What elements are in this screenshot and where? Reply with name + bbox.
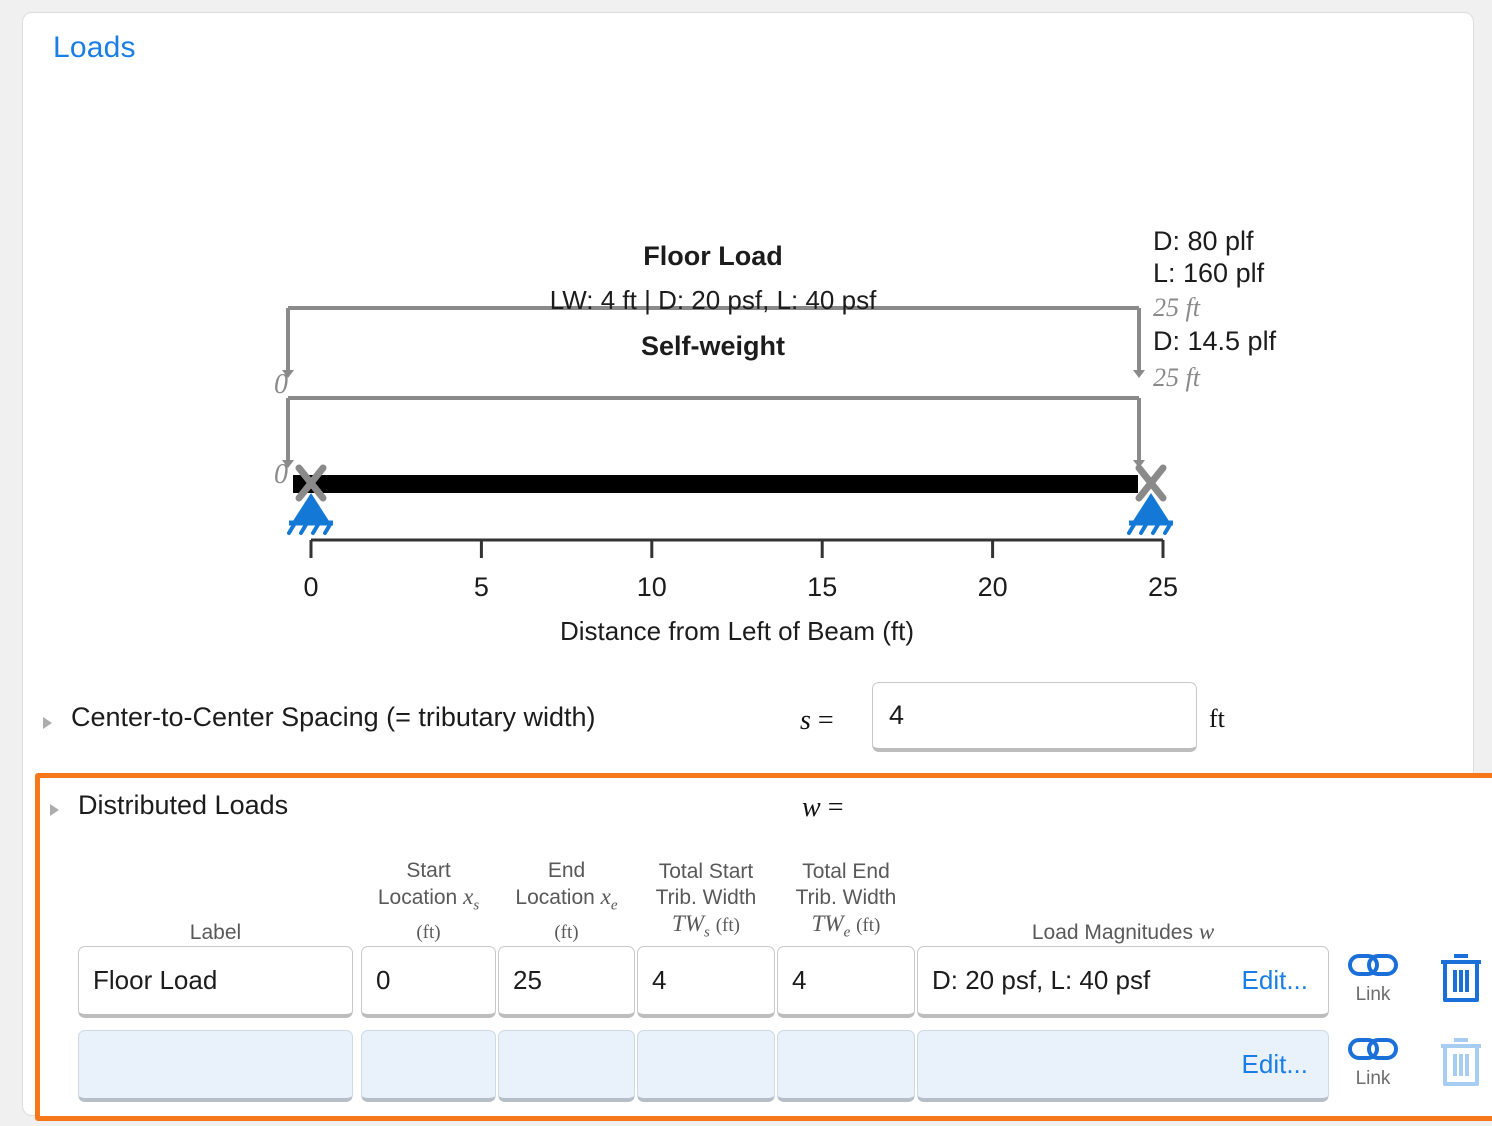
chevron-right-icon[interactable]	[50, 804, 59, 816]
link-icon	[1348, 1038, 1398, 1060]
spacing-symbol: s =	[800, 705, 834, 737]
row-start-location-input[interactable]	[361, 1030, 496, 1102]
center-to-center-spacing-row: Center-to-Center Spacing (= tributary wi…	[23, 681, 1475, 773]
row-end-location-input[interactable]	[498, 946, 635, 1018]
spacing-label: Center-to-Center Spacing (= tributary wi…	[71, 702, 596, 732]
column-header-total-start-trib-width: Total Start Trib. Width TWs (ft)	[655, 860, 757, 941]
distributed-loads-panel: Distributed Loads w = Label Start Locati…	[35, 773, 1492, 1121]
w-equals: =	[827, 792, 844, 823]
floor-load-detail: LW: 4 ft | D: 20 psf, L: 40 psf	[550, 285, 877, 315]
distributed-loads-header: Distributed Loads w =	[40, 778, 1492, 840]
axis-tick-5: 5	[474, 572, 489, 602]
row-end-location-input[interactable]	[498, 1030, 635, 1102]
axis-tick-25: 25	[1148, 572, 1178, 602]
column-header-label: Label	[189, 921, 242, 944]
row-load-magnitudes-cell[interactable]: D: 20 psf, L: 40 psf Edit...	[917, 946, 1329, 1018]
loads-card: Loads 0 Floor Load LW: 4 ft | D: 20 psf,…	[22, 12, 1492, 1121]
row-link-button[interactable]: Link	[1343, 1032, 1403, 1090]
row-delete-button[interactable]	[1435, 1034, 1487, 1095]
floor-load-name: Floor Load	[643, 241, 782, 271]
trash-icon	[1441, 954, 1481, 1002]
column-header-end-location: End Location xe (ft)	[515, 859, 618, 943]
axis-tick-10: 10	[637, 572, 667, 602]
app-root: Loads 0 Floor Load LW: 4 ft | D: 20 psf,…	[0, 0, 1492, 1126]
row-edit-link[interactable]: Edit...	[1242, 965, 1314, 996]
row-label-input[interactable]	[78, 1030, 353, 1102]
distributed-loads-title: Distributed Loads	[78, 790, 289, 820]
self-weight-start-label: 0	[274, 459, 288, 490]
row-edit-link[interactable]: Edit...	[1242, 1049, 1314, 1080]
row-load-magnitudes-cell[interactable]: Edit...	[917, 1030, 1329, 1102]
floor-load-end-magnitude-l: L: 160 plf	[1153, 258, 1265, 288]
pinned-support-right	[1127, 493, 1173, 535]
chevron-right-icon[interactable]	[43, 717, 52, 729]
axis-title: Distance from Left of Beam (ft)	[560, 616, 914, 646]
row-start-location-input[interactable]	[361, 946, 496, 1018]
self-weight-end-station: 25 ft	[1153, 363, 1201, 392]
self-weight-bracket	[282, 396, 1145, 468]
row-load-magnitudes-text: D: 20 psf, L: 40 psf	[932, 965, 1151, 995]
row-link-button[interactable]: Link	[1343, 948, 1403, 1006]
row-total-start-trib-width-input[interactable]	[637, 946, 775, 1018]
row-total-end-trib-width-input[interactable]	[777, 946, 915, 1018]
row-total-end-trib-width-input[interactable]	[777, 1030, 915, 1102]
distance-axis	[309, 538, 1165, 558]
floor-load-end-magnitude-d: D: 80 plf	[1153, 226, 1254, 256]
distributed-loads-table: Label Start Location xs (ft) End Locatio…	[78, 850, 1488, 1106]
column-header-total-end-trib-width: Total End Trib. Width TWe (ft)	[795, 860, 897, 941]
table-row: Edit... Link	[78, 1030, 1488, 1106]
row-label-input[interactable]	[78, 946, 353, 1018]
floor-load-end-station: 25 ft	[1153, 293, 1201, 322]
axis-tick-15: 15	[807, 572, 837, 602]
column-header-start-location: Start Location xs (ft)	[377, 859, 480, 943]
self-weight-name: Self-weight	[641, 331, 785, 361]
spacing-unit: ft	[1209, 704, 1225, 733]
spacing-input[interactable]	[872, 682, 1197, 752]
spacing-symbol-letter: s	[800, 705, 811, 736]
w-symbol-letter: w	[802, 792, 821, 823]
row-link-label: Link	[1355, 1068, 1391, 1089]
trash-icon	[1441, 1038, 1481, 1086]
row-delete-button[interactable]	[1435, 950, 1487, 1011]
axis-tick-20: 20	[978, 572, 1008, 602]
beam-member	[293, 475, 1138, 493]
table-row: D: 20 psf, L: 40 psf Edit... Link	[78, 946, 1488, 1022]
floor-load-start-label: 0	[274, 369, 288, 400]
axis-tick-0: 0	[303, 572, 318, 602]
column-header-load-magnitudes: Load Magnitudes w	[1031, 919, 1215, 944]
page-title: Loads	[53, 31, 136, 64]
axis-tick-labels: 0 5 10 15 20 25	[303, 572, 1178, 602]
self-weight-end-magnitude-d: D: 14.5 plf	[1153, 326, 1277, 356]
beam-load-diagram: 0 Floor Load LW: 4 ft | D: 20 psf, L: 40…	[23, 93, 1475, 663]
table-header-row: Label Start Location xs (ft) End Locatio…	[78, 850, 1488, 946]
distributed-loads-symbol: w =	[802, 792, 843, 824]
row-total-start-trib-width-input[interactable]	[637, 1030, 775, 1102]
spacing-equals: =	[817, 705, 834, 736]
link-icon	[1348, 954, 1398, 976]
pinned-support-left	[287, 493, 333, 535]
row-link-label: Link	[1355, 984, 1391, 1005]
